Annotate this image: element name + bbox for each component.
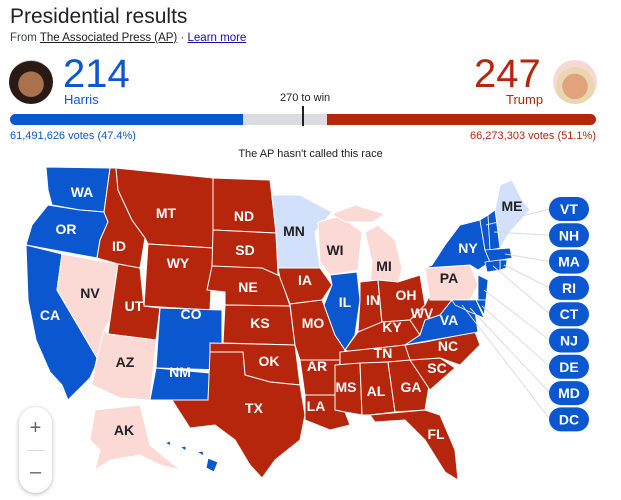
state-label-ar: AR — [307, 358, 327, 374]
state-hi[interactable] — [163, 440, 172, 447]
state-hi[interactable] — [178, 445, 187, 452]
state-label-mi: MI — [376, 258, 392, 274]
callout-line — [469, 307, 551, 394]
zoom-in-button[interactable]: + — [19, 407, 52, 450]
state-label-mt: MT — [156, 205, 177, 221]
state-fl[interactable] — [369, 409, 459, 481]
state-label-sc: SC — [427, 360, 446, 376]
small-state-label: DE — [559, 359, 578, 375]
state-label-pa: PA — [440, 270, 458, 286]
state-label-al: AL — [367, 383, 386, 399]
state-mi[interactable] — [364, 224, 403, 286]
state-label-tx: TX — [245, 400, 264, 416]
small-state-label: NH — [559, 227, 579, 243]
state-label-mo: MO — [302, 315, 325, 331]
small-state-label: CT — [560, 306, 579, 322]
state-label-ne: NE — [238, 279, 257, 295]
state-ri[interactable] — [499, 259, 508, 271]
callout-line — [503, 264, 551, 289]
state-label-ok: OK — [259, 353, 280, 369]
state-label-sd: SD — [235, 242, 254, 258]
state-label-ks: KS — [250, 315, 269, 331]
state-label-ia: IA — [298, 272, 312, 288]
state-nd[interactable] — [212, 177, 277, 234]
state-label-nc: NC — [438, 338, 458, 354]
state-label-mn: MN — [283, 223, 305, 239]
small-state-label: MA — [558, 254, 580, 270]
small-state-label: DC — [559, 411, 579, 427]
state-label-me: ME — [502, 198, 523, 214]
state-label-in: IN — [366, 292, 380, 308]
state-label-nd: ND — [234, 208, 254, 224]
small-state-label: RI — [562, 280, 576, 296]
callout-line — [481, 305, 551, 368]
state-hi[interactable] — [205, 457, 219, 473]
state-label-nv: NV — [80, 285, 100, 301]
small-state-label: MD — [558, 385, 580, 401]
state-label-or: OR — [56, 221, 77, 237]
state-label-il: IL — [339, 294, 352, 310]
state-label-ny: NY — [458, 240, 478, 256]
state-label-ak: AK — [114, 422, 134, 438]
state-label-ga: GA — [401, 379, 422, 395]
state-label-nm: NM — [169, 364, 191, 380]
state-label-tn: TN — [374, 345, 393, 361]
us-results-map[interactable]: WA OR CA NV ID MT WY UT CO AZ NM ND SD NE KS OK TX MN IA MO… — [0, 0, 621, 500]
small-state-label: NJ — [560, 333, 578, 349]
state-label-id: ID — [112, 238, 126, 254]
state-label-oh: OH — [396, 287, 417, 303]
state-label-la: LA — [307, 398, 326, 414]
state-label-va: VA — [440, 312, 458, 328]
state-label-wv: WV — [411, 305, 434, 321]
state-label-wy: WY — [167, 255, 190, 271]
state-label-fl: FL — [427, 426, 445, 442]
zoom-control: + – — [19, 407, 52, 493]
state-label-ky: KY — [382, 319, 402, 335]
callout-line — [461, 304, 551, 420]
state-nj[interactable] — [477, 274, 489, 301]
state-label-co: CO — [181, 306, 202, 322]
state-label-wa: WA — [71, 184, 94, 200]
state-me[interactable] — [494, 179, 531, 250]
state-label-ms: MS — [336, 379, 357, 395]
state-wy[interactable] — [143, 243, 214, 311]
state-ak[interactable] — [89, 404, 181, 472]
state-label-hi: HI — [186, 456, 200, 472]
state-label-az: AZ — [116, 354, 135, 370]
state-mi[interactable] — [330, 204, 387, 223]
small-state-label: VT — [560, 201, 578, 217]
state-label-ca: CA — [40, 307, 60, 323]
state-label-wi: WI — [326, 242, 343, 258]
state-label-ut: UT — [125, 298, 144, 314]
zoom-out-button[interactable]: – — [19, 451, 52, 494]
